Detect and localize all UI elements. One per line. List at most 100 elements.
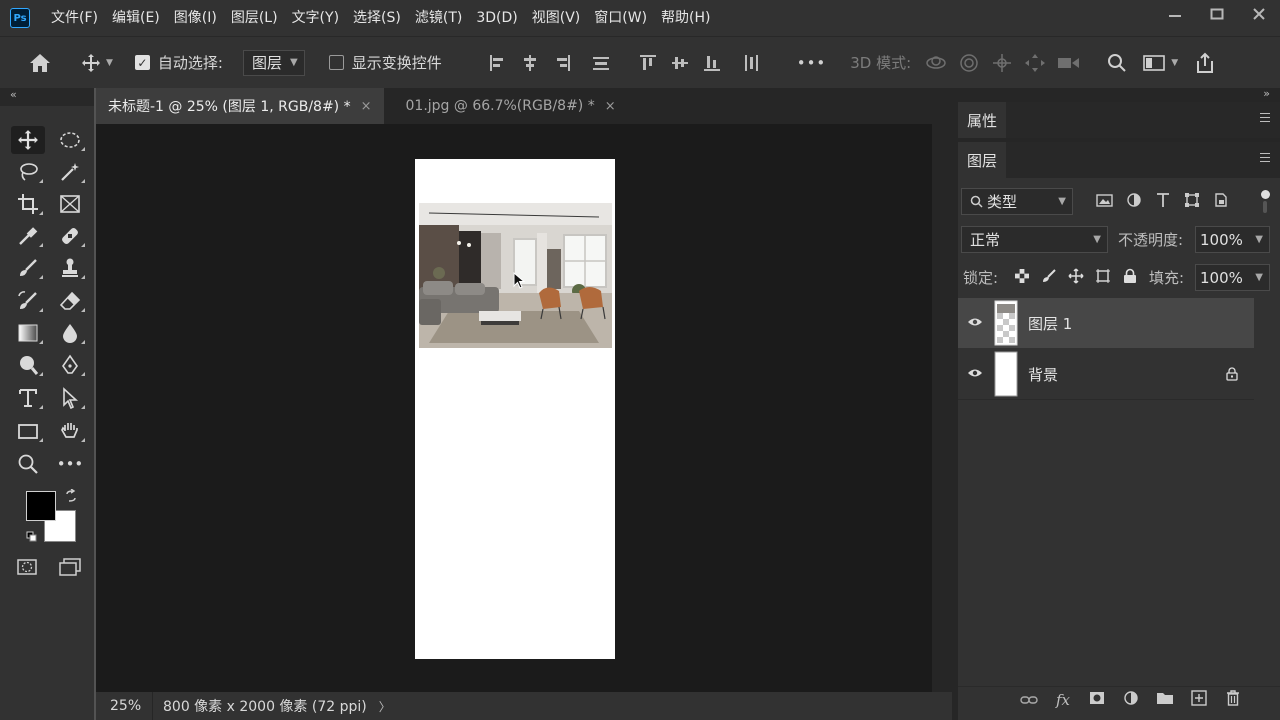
new-group-folder-icon[interactable] (1148, 691, 1182, 709)
image-filter-icon[interactable] (1096, 193, 1113, 208)
default-colors-icon[interactable] (26, 531, 38, 543)
history-brush-tool[interactable] (11, 287, 45, 315)
3d-orbit-icon[interactable] (925, 53, 947, 73)
foreground-color-swatch-front[interactable] (26, 491, 56, 521)
vertical-scrollbar[interactable] (932, 124, 952, 692)
tab-01-jpg[interactable]: 01.jpg @ 66.7%(RGB/8#) * × (394, 88, 628, 124)
layer-row-background[interactable]: 背景 (958, 349, 1254, 399)
expand-icon[interactable]: » (1263, 87, 1270, 100)
workspace-icon[interactable] (1143, 54, 1165, 72)
tab-untitled-1[interactable]: 未标题-1 @ 25% (图层 1, RGB/8#) * × (96, 88, 384, 124)
lock-image-pixels-icon[interactable] (1041, 268, 1057, 284)
opacity-field[interactable]: 100% ▼ (1195, 226, 1270, 253)
edit-toolbar-button[interactable]: ••• (53, 450, 87, 478)
lock-transparent-pixels-icon[interactable] (1014, 268, 1030, 284)
menu-image[interactable]: 图像(I) (167, 0, 224, 36)
layer-style-fx-icon[interactable]: fx (1046, 691, 1080, 709)
filter-toggle-switch[interactable] (1260, 190, 1270, 214)
lock-all-icon[interactable] (1122, 268, 1138, 284)
menu-view[interactable]: 视图(V) (525, 0, 588, 36)
lock-position-icon[interactable] (1068, 268, 1084, 284)
status-menu-arrow-icon[interactable]: 〉 (379, 698, 391, 715)
3d-pan-icon[interactable] (991, 53, 1013, 73)
clone-stamp-tool[interactable] (53, 254, 87, 282)
rectangle-tool[interactable] (11, 417, 45, 445)
menu-edit[interactable]: 编辑(E) (105, 0, 167, 36)
menu-3d[interactable]: 3D(D) (469, 0, 524, 36)
dodge-tool[interactable] (11, 351, 45, 379)
show-transform-checkbox[interactable] (328, 55, 344, 70)
lock-artboard-icon[interactable] (1095, 268, 1111, 284)
crop-tool[interactable] (11, 190, 45, 218)
maximize-icon[interactable] (1196, 0, 1238, 28)
eraser-tool[interactable] (53, 287, 87, 315)
3d-slide-icon[interactable] (1024, 53, 1046, 73)
blend-mode-dropdown[interactable]: 正常 ▼ (961, 226, 1108, 253)
align-right-edges-icon[interactable] (553, 54, 571, 72)
add-mask-icon[interactable] (1080, 691, 1114, 709)
swap-colors-icon[interactable] (64, 489, 78, 503)
align-horizontal-centers-icon[interactable] (521, 54, 539, 72)
move-tool-icon[interactable] (80, 53, 102, 73)
home-icon[interactable] (28, 53, 52, 73)
align-top-edges-icon[interactable] (639, 54, 657, 72)
tab-layers[interactable]: 图层 (958, 142, 1007, 178)
move-tool[interactable] (11, 126, 45, 154)
distribute-vertical-icon[interactable] (592, 54, 610, 72)
layer-filter-dropdown[interactable]: 类型 ▼ (961, 188, 1073, 215)
workspace-chevron-down-icon[interactable]: ▼ (1171, 58, 1178, 68)
hand-tool[interactable] (53, 417, 87, 445)
menu-select[interactable]: 选择(S) (346, 0, 408, 36)
smart-object-filter-icon[interactable] (1213, 192, 1229, 208)
align-left-edges-icon[interactable] (489, 54, 507, 72)
visibility-eye-icon[interactable] (958, 315, 992, 331)
tool-preset-chevron-down-icon[interactable]: ▼ (106, 58, 113, 68)
layer-name[interactable]: 图层 1 (1028, 313, 1072, 334)
visibility-eye-icon[interactable] (958, 366, 992, 382)
auto-select-checkbox[interactable]: ✓ (134, 55, 150, 70)
gradient-tool[interactable] (11, 319, 45, 347)
fill-field[interactable]: 100% ▼ (1195, 264, 1270, 291)
menu-type[interactable]: 文字(Y) (285, 0, 346, 36)
auto-select-target-dropdown[interactable]: 图层 ▼ (242, 49, 305, 76)
close-tab-icon[interactable]: × (605, 99, 616, 114)
share-icon[interactable] (1194, 52, 1216, 74)
screen-mode-icon[interactable] (58, 557, 84, 577)
new-adjustment-layer-icon[interactable] (1114, 690, 1148, 710)
frame-tool[interactable] (53, 190, 87, 218)
brush-tool[interactable] (11, 254, 45, 282)
magic-wand-tool[interactable] (53, 158, 87, 186)
zoom-level[interactable]: 25% (96, 698, 152, 714)
menu-help[interactable]: 帮助(H) (654, 0, 717, 36)
search-icon[interactable] (1107, 53, 1127, 73)
collapse-icon[interactable]: « (10, 88, 17, 101)
close-icon[interactable] (1238, 0, 1280, 28)
distribute-horizontal-icon[interactable] (742, 54, 760, 72)
layer-lock-icon[interactable] (1226, 367, 1238, 381)
blur-tool[interactable] (53, 319, 87, 347)
menu-file[interactable]: 文件(F) (44, 0, 105, 36)
pen-tool[interactable] (53, 351, 87, 379)
delete-layer-trash-icon[interactable] (1216, 690, 1250, 710)
panel-menu-icon[interactable] (1260, 153, 1270, 163)
link-layers-icon[interactable] (1012, 691, 1046, 709)
adjustment-filter-icon[interactable] (1126, 192, 1142, 208)
eyedropper-tool[interactable] (11, 222, 45, 250)
panel-menu-icon[interactable] (1260, 113, 1270, 123)
zoom-tool[interactable] (11, 450, 45, 478)
more-options-icon[interactable]: ••• (797, 54, 827, 72)
quick-mask-icon[interactable] (16, 557, 40, 577)
tab-properties[interactable]: 属性 (958, 102, 1007, 138)
menu-filter[interactable]: 滤镜(T) (408, 0, 469, 36)
path-selection-tool[interactable] (53, 384, 87, 412)
3d-scale-icon[interactable] (1057, 53, 1081, 73)
close-tab-icon[interactable]: × (361, 99, 372, 114)
shape-filter-icon[interactable] (1184, 192, 1200, 208)
healing-brush-tool[interactable] (53, 222, 87, 250)
lasso-tool[interactable] (11, 158, 45, 186)
menu-layer[interactable]: 图层(L) (224, 0, 285, 36)
new-layer-icon[interactable] (1182, 690, 1216, 710)
marquee-tool[interactable] (53, 126, 87, 154)
layer-row-layer-1[interactable]: 图层 1 (958, 298, 1254, 348)
minimize-icon[interactable] (1154, 0, 1196, 28)
